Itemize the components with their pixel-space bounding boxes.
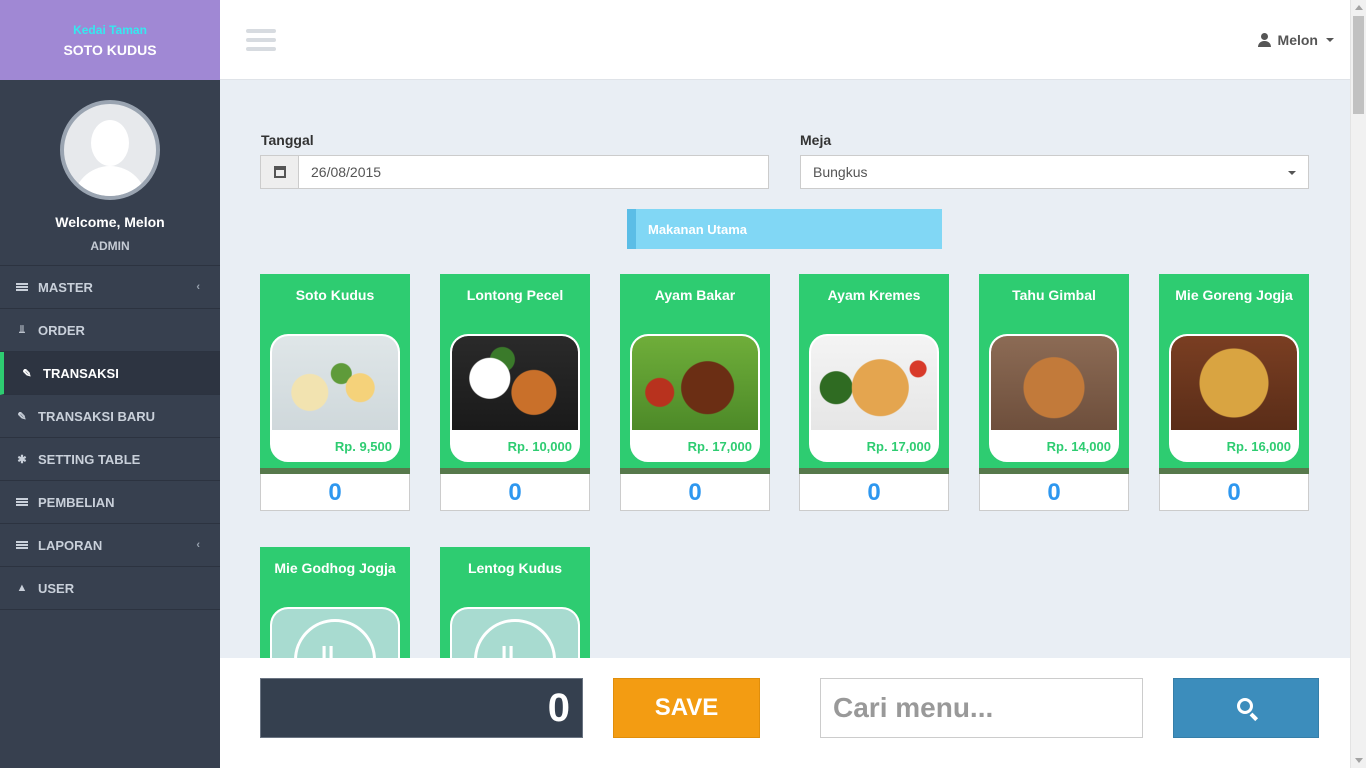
list-icon	[16, 540, 28, 550]
menu-name: Lontong Pecel	[466, 287, 564, 303]
menu-card[interactable]: Tahu Gimbal Rp. 14,000 0	[979, 274, 1129, 517]
search-button[interactable]	[1173, 678, 1319, 738]
user-icon: ▲	[16, 582, 28, 594]
avatar	[60, 100, 160, 200]
menu-image: Rp. 17,000	[630, 334, 760, 462]
menu-quantity: 0	[799, 474, 949, 511]
save-button[interactable]: SAVE	[613, 678, 760, 738]
sidebar-item-laporan[interactable]: LAPORAN ‹	[0, 524, 220, 567]
user-icon	[1257, 33, 1271, 47]
menu-price: Rp. 16,000	[1226, 439, 1291, 454]
table-select[interactable]: Bungkus	[800, 155, 1309, 189]
welcome-text: Welcome, Melon	[55, 214, 165, 230]
sidebar-item-label: ORDER	[38, 322, 85, 338]
bottom-bar: 0 SAVE	[220, 658, 1350, 768]
brand-title: SOTO KUDUS	[63, 42, 157, 58]
menu-quantity: 0	[440, 474, 590, 511]
brand-subtitle: Kedai Taman	[73, 23, 147, 37]
list-icon	[16, 497, 28, 507]
search-input[interactable]	[820, 678, 1143, 738]
menu-price: Rp. 17,000	[687, 439, 752, 454]
menu-name: Soto Kudus	[295, 287, 375, 303]
menu-card[interactable]: Soto Kudus Rp. 9,500 0	[260, 274, 410, 517]
sidebar-item-label: LAPORAN	[38, 537, 103, 553]
menu-name: Lentog Kudus	[467, 560, 563, 576]
sidebar-item-setting-table[interactable]: ✱ SETTING TABLE	[0, 438, 220, 481]
page-scrollbar[interactable]	[1350, 0, 1366, 768]
menu-image: Rp. 10,000	[450, 334, 580, 462]
menu-toggle-icon[interactable]	[246, 29, 276, 53]
menu-card[interactable]: Mie Goreng Jogja Rp. 16,000 0	[1159, 274, 1309, 517]
menu-quantity: 0	[1159, 474, 1309, 511]
category-tab[interactable]: Makanan Utama	[627, 209, 942, 249]
cutlery-icon: ⫫	[18, 323, 26, 336]
menu-image: Rp. 17,000	[809, 334, 939, 462]
user-dropdown[interactable]: Melon	[1257, 32, 1334, 48]
sidebar-item-master[interactable]: MASTER ‹	[0, 266, 220, 309]
sidebar-item-transaksi-baru[interactable]: ✎ TRANSAKSI BARU	[0, 395, 220, 438]
menu-name: Ayam Kremes	[827, 287, 921, 303]
sidebar: Kedai Taman SOTO KUDUS Welcome, Melon AD…	[0, 0, 220, 768]
table-label: Meja	[800, 132, 832, 148]
scroll-down-icon[interactable]	[1355, 758, 1363, 763]
calendar-icon[interactable]	[261, 156, 299, 188]
search-icon	[1237, 698, 1253, 714]
sidebar-nav: MASTER ‹ ⫫ ORDER ✎ TRANSAKSI ✎ TRANSAKSI…	[0, 266, 220, 610]
order-total: 0	[260, 678, 583, 738]
menu-quantity: 0	[260, 474, 410, 511]
scroll-up-icon[interactable]	[1355, 5, 1363, 10]
user-profile: Welcome, Melon ADMIN	[0, 80, 220, 266]
user-role: ADMIN	[90, 239, 130, 253]
brand[interactable]: Kedai Taman SOTO KUDUS	[0, 0, 220, 80]
asterisk-icon: ✱	[17, 453, 27, 466]
menu-name: Mie Godhog Jogja	[274, 560, 396, 576]
menu-name: Mie Goreng Jogja	[1175, 287, 1293, 303]
menu-price: Rp. 10,000	[507, 439, 572, 454]
date-label: Tanggal	[261, 132, 314, 148]
sidebar-item-label: USER	[38, 580, 75, 596]
menu-quantity: 0	[620, 474, 770, 511]
date-input[interactable]	[299, 156, 768, 188]
menu-name: Ayam Bakar	[654, 287, 736, 303]
menu-name: Tahu Gimbal	[1012, 287, 1096, 303]
edit-icon: ✎	[17, 410, 27, 423]
list-icon	[16, 282, 28, 292]
sidebar-item-label: MASTER	[38, 279, 93, 295]
caret-down-icon	[1326, 38, 1334, 42]
menu-price: Rp. 9,500	[334, 439, 392, 454]
menu-card[interactable]: Ayam Kremes Rp. 17,000 0	[799, 274, 949, 517]
sidebar-item-label: TRANSAKSI	[43, 365, 119, 381]
chevron-left-icon: ‹	[196, 539, 200, 551]
menu-price: Rp. 17,000	[866, 439, 931, 454]
sidebar-item-label: PEMBELIAN	[38, 494, 115, 510]
edit-icon: ✎	[22, 367, 32, 380]
sidebar-item-transaksi[interactable]: ✎ TRANSAKSI	[0, 352, 220, 395]
menu-image: Rp. 16,000	[1169, 334, 1299, 462]
menu-image: Rp. 9,500	[270, 334, 400, 462]
user-name: Melon	[1277, 32, 1318, 48]
sidebar-item-label: TRANSAKSI BARU	[38, 408, 155, 424]
scroll-thumb[interactable]	[1353, 16, 1364, 114]
sidebar-item-pembelian[interactable]: PEMBELIAN	[0, 481, 220, 524]
chevron-left-icon: ‹	[196, 281, 200, 293]
caret-down-icon	[1288, 171, 1296, 175]
sidebar-item-label: SETTING TABLE	[38, 451, 141, 467]
top-header: Melon	[220, 0, 1350, 80]
sidebar-item-user[interactable]: ▲ USER	[0, 567, 220, 610]
date-field-group	[260, 155, 769, 189]
sidebar-item-order[interactable]: ⫫ ORDER	[0, 309, 220, 352]
table-select-value: Bungkus	[813, 164, 868, 180]
menu-card[interactable]: Lontong Pecel Rp. 10,000 0	[440, 274, 590, 517]
menu-image: Rp. 14,000	[989, 334, 1119, 462]
menu-quantity: 0	[979, 474, 1129, 511]
menu-price: Rp. 14,000	[1046, 439, 1111, 454]
menu-card[interactable]: Ayam Bakar Rp. 17,000 0	[620, 274, 770, 517]
